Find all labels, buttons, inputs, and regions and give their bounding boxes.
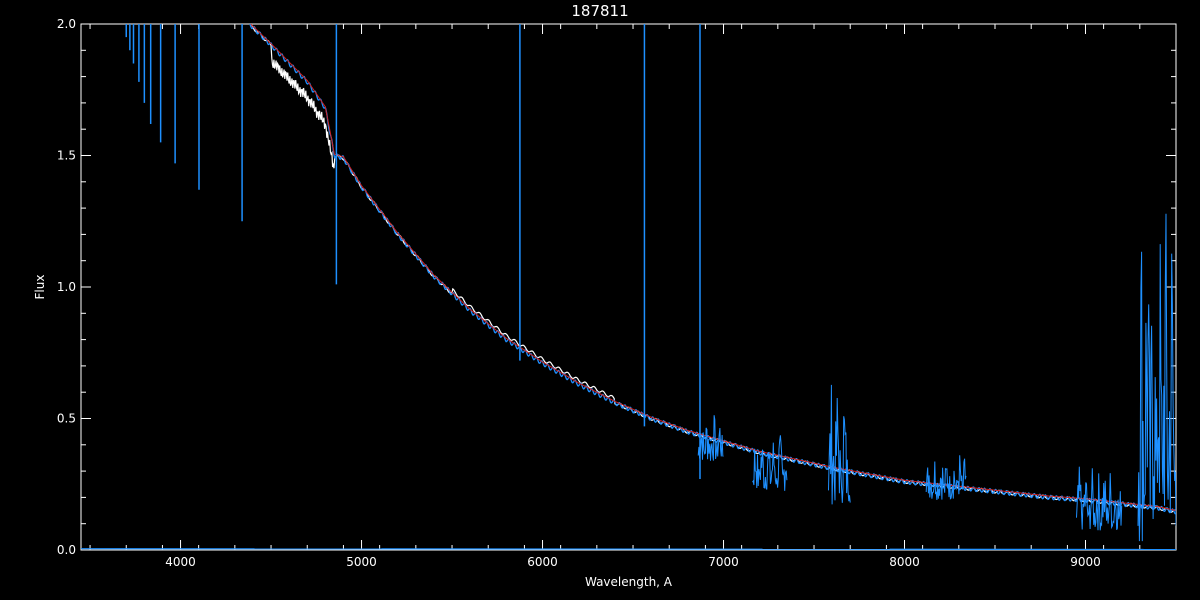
axes: 4000 5000 6000 7000 8000 9000 0.0 0.5 1.0 1.5 2.0 — [57, 17, 1177, 569]
model-spectrum-red — [250, 24, 1176, 512]
telluric-band — [1137, 213, 1176, 542]
plot-frame — [80, 23, 1177, 551]
y-tick-label: 1.0 — [57, 280, 76, 294]
y-axis-label: Flux — [33, 275, 47, 300]
x-tick-label: 5000 — [346, 555, 377, 569]
observed-spectrum-blue — [249, 24, 1176, 515]
x-tick-label: 7000 — [708, 555, 739, 569]
y-tick-label: 2.0 — [57, 17, 76, 31]
x-tick-label: 8000 — [889, 555, 920, 569]
x-axis-label: Wavelength, A — [585, 575, 673, 589]
y-tick-label: 0.0 — [57, 543, 76, 557]
telluric-band — [828, 384, 851, 505]
telluric-band — [925, 455, 967, 501]
telluric-band — [752, 435, 788, 491]
x-tick-label: 9000 — [1070, 555, 1101, 569]
plot-area — [81, 24, 1176, 550]
spectrum-plot: 4000 5000 6000 7000 8000 90000.00.51.01.52.0 … — [33, 17, 1177, 589]
baseline-series — [81, 548, 1176, 550]
x-tick-label: 6000 — [527, 555, 558, 569]
y-tick-label: 0.5 — [57, 412, 76, 426]
axis-labels: Wavelength, A Flux — [33, 275, 673, 589]
y-tick-label: 1.5 — [57, 149, 76, 163]
x-tick-label: 4000 — [165, 555, 196, 569]
observed-spectrum-white — [249, 24, 1176, 513]
